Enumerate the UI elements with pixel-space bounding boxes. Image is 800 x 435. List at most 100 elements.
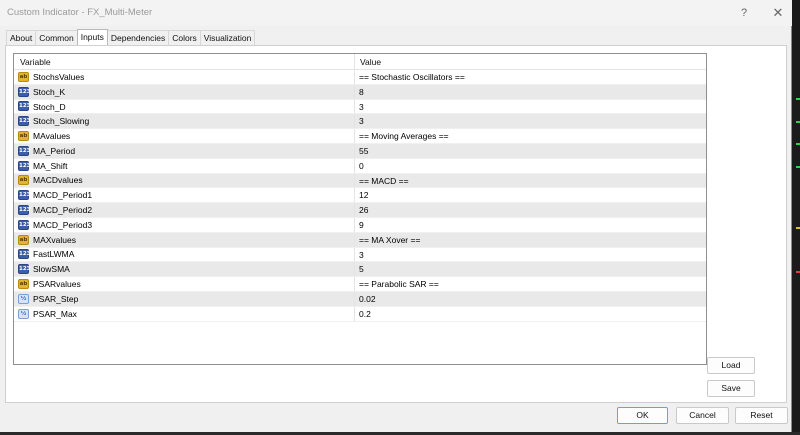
table-row[interactable]: 123 MACD_Period3 9	[14, 217, 706, 233]
variable-cell[interactable]: 123 MACD_Period2	[14, 203, 355, 217]
tab-visualization[interactable]: Visualization	[199, 30, 256, 45]
variable-cell[interactable]: 123 Stoch_K	[14, 84, 355, 99]
integer-icon: 123	[18, 190, 31, 201]
value-cell[interactable]: 8	[355, 85, 706, 99]
inputs-panel: Variable Value ab StochsValues == Stochast…	[5, 45, 787, 403]
variable-name: PSAR_Max	[33, 308, 77, 319]
variable-cell[interactable]: ½ PSAR_Step	[14, 291, 355, 306]
table-rows: ab StochsValues == Stochastic Oscillators …	[14, 70, 706, 322]
tab-common[interactable]: Common	[35, 30, 78, 45]
variable-name: FastLWMA	[33, 249, 75, 260]
variable-name: SlowSMA	[33, 264, 70, 275]
table-row[interactable]: ab StochsValues == Stochastic Oscillators …	[14, 70, 706, 85]
integer-icon: 123	[18, 249, 31, 260]
value-cell[interactable]: == MACD ==	[355, 174, 706, 188]
chart-mark	[796, 271, 800, 273]
chart-mark	[796, 143, 800, 145]
variable-name: MAXvalues	[33, 234, 76, 245]
integer-icon: 123	[18, 86, 31, 97]
table-row[interactable]: 123 Stoch_Slowing 3	[14, 114, 706, 130]
variable-cell[interactable]: 123 SlowSMA	[14, 262, 355, 277]
chart-background-strip	[792, 0, 800, 435]
value-cell[interactable]: 0	[355, 159, 706, 173]
value-cell[interactable]: 3	[355, 100, 706, 114]
custom-indicator-dialog: Custom Indicator - FX_Multi-Meter ? ✕ Ab…	[0, 0, 792, 432]
integer-icon: 123	[18, 116, 31, 127]
tab-inputs[interactable]: Inputs	[76, 29, 108, 45]
variable-cell[interactable]: ab MAvalues	[14, 129, 355, 143]
tab-about[interactable]: About	[6, 30, 37, 45]
table-row[interactable]: 123 MA_Shift 0	[14, 158, 706, 174]
value-column-header[interactable]: Value	[355, 54, 706, 69]
value-cell[interactable]: == Parabolic SAR ==	[355, 277, 706, 291]
cancel-button[interactable]: Cancel	[676, 407, 729, 424]
value-cell[interactable]: 26	[355, 203, 706, 217]
value-cell[interactable]: == Moving Averages ==	[355, 129, 706, 143]
save-button[interactable]: Save	[707, 380, 755, 397]
variable-name: StochsValues	[33, 71, 85, 82]
table-row[interactable]: 123 SlowSMA 5	[14, 262, 706, 278]
table-row[interactable]: ab MAvalues == Moving Averages ==	[14, 129, 706, 144]
value-cell[interactable]: 55	[355, 144, 706, 158]
tab-dependencies[interactable]: Dependencies	[106, 30, 170, 45]
integer-icon: 123	[18, 160, 31, 171]
reset-button[interactable]: Reset	[735, 407, 788, 424]
variable-cell[interactable]: 123 MACD_Period1	[14, 188, 355, 203]
variable-cell[interactable]: ab MACDvalues	[14, 173, 355, 188]
variable-name: Stoch_Slowing	[33, 116, 90, 127]
value-cell[interactable]: 5	[355, 262, 706, 276]
variable-name: PSAR_Step	[33, 293, 79, 304]
integer-icon: 123	[18, 101, 31, 112]
value-cell[interactable]: 3	[355, 114, 706, 128]
variable-name: PSARvalues	[33, 279, 81, 290]
string-icon: ab	[18, 131, 29, 142]
tab-colors[interactable]: Colors	[168, 30, 201, 45]
chart-mark	[796, 98, 800, 100]
variable-name: MACD_Period3	[33, 219, 93, 230]
variable-column-header[interactable]: Variable	[14, 54, 355, 69]
value-cell[interactable]: == MA Xover ==	[355, 233, 706, 247]
integer-icon: 123	[18, 205, 31, 216]
title-bar[interactable]: Custom Indicator - FX_Multi-Meter ? ✕	[0, 0, 792, 26]
table-row[interactable]: ½ PSAR_Step 0.02	[14, 291, 706, 307]
variable-cell[interactable]: 123 MA_Period	[14, 143, 355, 158]
table-row[interactable]: 123 MACD_Period1 12	[14, 188, 706, 204]
table-row[interactable]: ab PSARvalues == Parabolic SAR ==	[14, 277, 706, 292]
table-row[interactable]: 123 Stoch_K 8	[14, 84, 706, 100]
variable-cell[interactable]: 123 MACD_Period3	[14, 217, 355, 232]
variable-name: MACD_Period2	[33, 205, 93, 216]
value-cell[interactable]: == Stochastic Oscillators ==	[355, 70, 706, 84]
variable-name: MA_Shift	[33, 160, 68, 171]
value-cell[interactable]: 3	[355, 248, 706, 262]
double-icon: ½	[18, 308, 29, 319]
load-button[interactable]: Load	[707, 357, 755, 374]
help-icon[interactable]: ?	[733, 3, 755, 23]
table-row[interactable]: ab MAXvalues == MA Xover ==	[14, 232, 706, 248]
table-row[interactable]: 123 MACD_Period2 26	[14, 203, 706, 218]
variable-cell[interactable]: ab StochsValues	[14, 70, 355, 84]
value-cell[interactable]: 0.02	[355, 292, 706, 306]
table-row[interactable]: 123 MA_Period 55	[14, 143, 706, 159]
value-cell[interactable]: 0.2	[355, 307, 706, 321]
table-row[interactable]: 123 FastLWMA 3	[14, 247, 706, 263]
value-cell[interactable]: 12	[355, 188, 706, 202]
variable-cell[interactable]: 123 Stoch_Slowing	[14, 114, 355, 129]
value-cell[interactable]: 9	[355, 218, 706, 232]
table-row[interactable]: ab MACDvalues == MACD ==	[14, 173, 706, 189]
variable-name: Stoch_D	[33, 101, 66, 112]
variable-cell[interactable]: 123 MA_Shift	[14, 158, 355, 173]
variable-cell[interactable]: ½ PSAR_Max	[14, 306, 355, 321]
close-icon[interactable]: ✕	[767, 3, 789, 23]
variable-cell[interactable]: ab PSARvalues	[14, 277, 355, 291]
variable-cell[interactable]: 123 FastLWMA	[14, 247, 355, 262]
variable-name: MAvalues	[33, 131, 71, 142]
string-icon: ab	[18, 71, 29, 82]
table-row[interactable]: ½ PSAR_Max 0.2	[14, 306, 706, 322]
inputs-table: Variable Value ab StochsValues == Stochast…	[13, 53, 707, 365]
table-row[interactable]: 123 Stoch_D 3	[14, 99, 706, 115]
double-icon: ½	[18, 293, 29, 304]
variable-cell[interactable]: 123 Stoch_D	[14, 99, 355, 114]
string-icon: ab	[18, 279, 29, 290]
variable-cell[interactable]: ab MAXvalues	[14, 232, 355, 247]
ok-button[interactable]: OK	[617, 407, 668, 424]
